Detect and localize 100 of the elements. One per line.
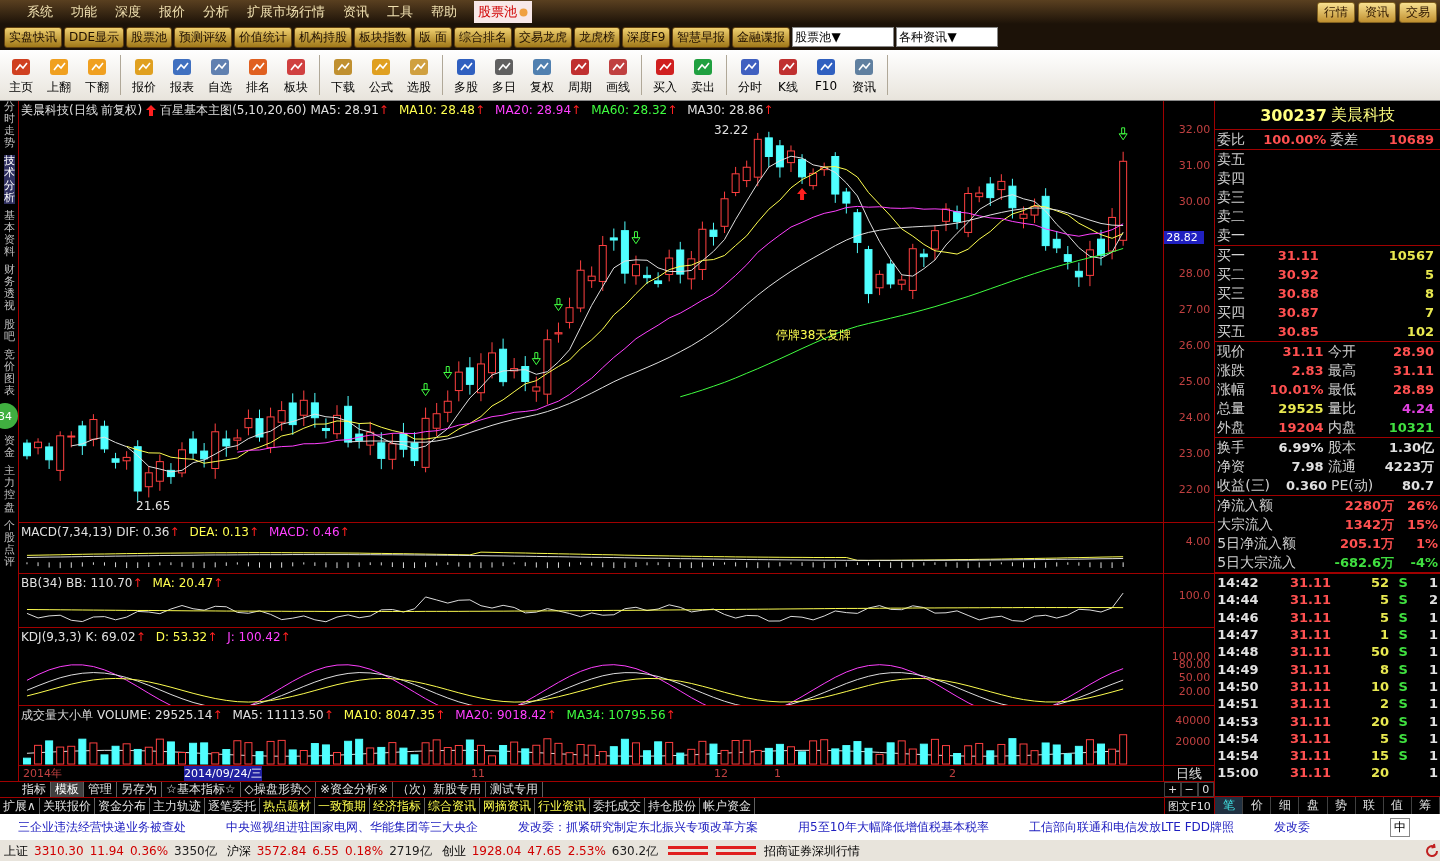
toolbar-button[interactable]: 上翻: [40, 54, 78, 96]
quick-button[interactable]: DDE显示: [64, 26, 125, 48]
toolbar-button[interactable]: 主页: [2, 54, 40, 96]
toolbar-button[interactable]: 报价: [125, 54, 163, 96]
trade-side: S: [1398, 748, 1408, 764]
side-tab[interactable]: 基本资料: [3, 209, 15, 259]
trade-volume: 20: [1370, 713, 1390, 729]
ime-indicator[interactable]: 中: [1390, 817, 1411, 837]
toolbar-button[interactable]: 多股: [447, 54, 485, 96]
ask-label: 卖五: [1217, 150, 1247, 169]
toolbar-button[interactable]: 卖出: [684, 54, 722, 96]
quick-button[interactable]: 版 面: [414, 26, 452, 48]
toolbar-button[interactable]: 报表: [163, 54, 201, 96]
side-tab[interactable]: 分时走势: [3, 101, 15, 150]
up-arrow: ↑: [474, 103, 486, 117]
bid-price: 31.11: [1276, 248, 1320, 263]
menu-item[interactable]: 报价: [150, 3, 194, 21]
menu-item[interactable]: 系统: [18, 3, 62, 21]
toolbar-button[interactable]: 排名: [239, 54, 277, 96]
field-value: 10689: [1387, 132, 1435, 147]
toolbar-button[interactable]: 板块: [277, 54, 315, 96]
news-link[interactable]: 三企业违法经营快递业务被查处: [18, 818, 186, 836]
side-tab[interactable]: 股吧: [3, 318, 15, 343]
field-label: 内盘: [1327, 418, 1357, 437]
field-label: 总量: [1217, 399, 1247, 418]
toolbar-button[interactable]: 资讯: [845, 54, 883, 96]
field-label: 股本: [1327, 438, 1357, 457]
trade-price: 31.11: [1289, 696, 1332, 712]
toolbar-button[interactable]: 自选: [201, 54, 239, 96]
menu-item[interactable]: 功能: [62, 3, 106, 21]
quick-button[interactable]: 实盘快讯: [4, 26, 62, 48]
side-tab[interactable]: 财务透视: [3, 264, 15, 313]
mode-button[interactable]: 行情: [1317, 1, 1355, 23]
flow-amount: 205.1万: [1338, 534, 1395, 553]
trade-volume: 2: [1379, 696, 1390, 712]
news-link[interactable]: 发改委：抓紧研究制定东北振兴专项改革方案: [518, 818, 758, 836]
quick-button[interactable]: 交易龙虎: [513, 26, 572, 48]
trade-count: 1: [1427, 730, 1439, 746]
trade-volume: 5: [1379, 730, 1390, 746]
side-tab[interactable]: 个股点评: [3, 519, 15, 568]
dropdown[interactable]: 股票池▼: [792, 27, 895, 47]
quick-button[interactable]: 综合排名: [453, 26, 512, 48]
toolbar-button[interactable]: 分时: [731, 54, 769, 96]
zoom-button[interactable]: +: [1164, 782, 1181, 797]
current-price-label: 28.82: [1164, 231, 1204, 244]
toolbar-button[interactable]: 下翻: [78, 54, 116, 96]
news-link[interactable]: 用5至10年大幅降低增值税基本税率: [798, 818, 989, 836]
toolbar-button[interactable]: 买入: [646, 54, 684, 96]
quick-button[interactable]: 深度F9: [621, 26, 671, 48]
quick-button[interactable]: 股票池: [126, 26, 173, 48]
toolbar-button[interactable]: 多日: [485, 54, 523, 96]
stock-title: 300237 美晨科技: [1215, 101, 1440, 130]
up-arrow: ↑: [212, 708, 223, 722]
toolbar-button[interactable]: 周期: [561, 54, 599, 96]
bid-label: 买一: [1217, 246, 1247, 265]
toolbar-button[interactable]: 复权: [523, 54, 561, 96]
axis-tick-label: 30.00: [1178, 195, 1211, 208]
toolbar-button[interactable]: 公式: [362, 54, 400, 96]
index-percent: 0.18%: [345, 844, 384, 858]
detail-tab[interactable]: 笔: [1215, 797, 1244, 814]
mode-button[interactable]: 资讯: [1358, 1, 1396, 23]
toolbar-button[interactable]: F10: [807, 54, 845, 96]
menu-item[interactable]: 扩展市场行情: [238, 3, 334, 21]
dropdown[interactable]: 各种资讯▼: [896, 27, 999, 47]
news-link[interactable]: 发改委: [1274, 818, 1311, 836]
panel-tab[interactable]: 扩展∧: [0, 798, 40, 814]
side-tab[interactable]: 竞价图表: [3, 348, 15, 398]
quick-button[interactable]: 价值统计: [234, 26, 293, 48]
toolbar-button[interactable]: 选股: [400, 54, 438, 96]
quick-button[interactable]: 金融谍报: [732, 26, 791, 48]
date-label: 11: [471, 766, 485, 781]
menu-item[interactable]: 资讯: [334, 3, 378, 21]
pool-tab[interactable]: 股票池: [474, 1, 532, 23]
toolbar-button[interactable]: 画线: [599, 54, 637, 96]
menu-item[interactable]: 帮助: [422, 3, 466, 21]
menu-item[interactable]: 工具: [378, 3, 422, 21]
side-tab[interactable]: 资金: [3, 435, 15, 460]
quick-button[interactable]: 板块指数: [354, 26, 413, 48]
menu-item[interactable]: 深度: [106, 3, 150, 21]
trade-time: 14:50: [1217, 678, 1260, 694]
legend-label: DEA: 0.13: [189, 525, 249, 539]
quick-button[interactable]: 预测评级: [174, 26, 233, 48]
news-link[interactable]: 工信部向联通和电信发放LTE FDD牌照: [1028, 818, 1235, 836]
mode-button[interactable]: 交易: [1399, 1, 1437, 23]
toolbar-button[interactable]: 下载: [324, 54, 362, 96]
template-tab[interactable]: 模板: [51, 782, 84, 797]
quick-button[interactable]: 机构持股: [294, 26, 353, 48]
side-tab[interactable]: 主力控盘: [3, 465, 15, 514]
index-value: 3310.30: [34, 844, 84, 858]
up-arrow: ↑: [280, 630, 291, 644]
field-value: 10321: [1387, 420, 1435, 435]
quick-button[interactable]: 智慧早报: [672, 26, 731, 48]
quick-button[interactable]: 龙虎榜: [573, 26, 620, 48]
index-value: 1928.04: [471, 844, 522, 858]
news-link[interactable]: 中央巡视组进驻国家电网、华能集团等三大央企: [226, 818, 478, 836]
refresh-icon[interactable]: [1424, 843, 1440, 859]
toolbar-button[interactable]: K线: [769, 54, 807, 96]
side-tab[interactable]: 技术分析: [3, 155, 15, 204]
menu-item[interactable]: 分析: [194, 3, 238, 21]
trade-side: S: [1398, 575, 1408, 591]
